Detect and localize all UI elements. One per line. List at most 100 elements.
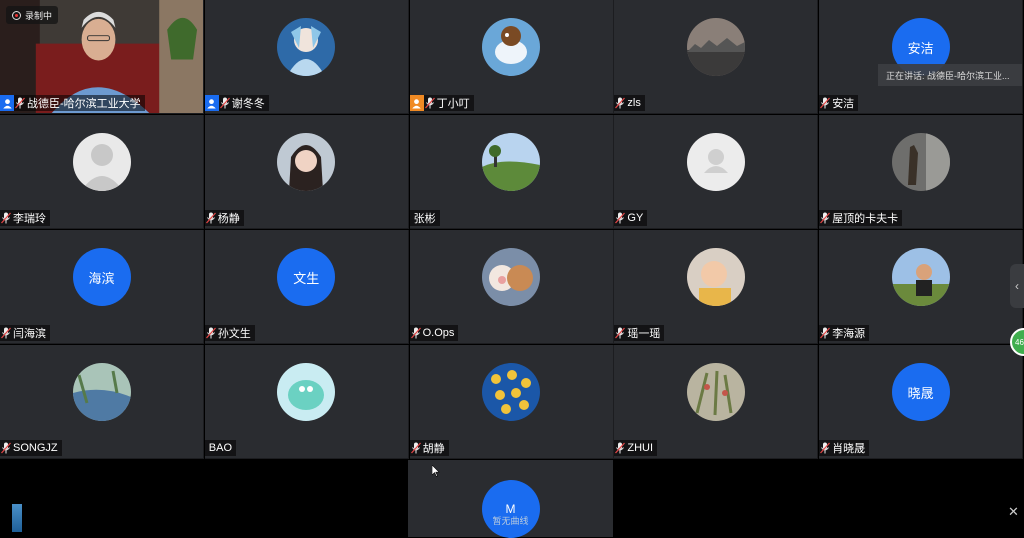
mic-muted-icon bbox=[615, 442, 626, 454]
name-tag: SONGJZ bbox=[0, 440, 62, 456]
participant-name: GY bbox=[627, 212, 644, 224]
participant-tile[interactable]: 安洁 安洁 bbox=[819, 0, 1024, 114]
avatar bbox=[686, 248, 745, 306]
participant-name: 安洁 bbox=[832, 98, 855, 110]
avatar: 文生 bbox=[277, 248, 336, 306]
avatar bbox=[686, 18, 745, 76]
participant-name: 谢冬冬 bbox=[231, 98, 265, 110]
name-tag: 谢冬冬 bbox=[204, 95, 269, 111]
participant-tile[interactable]: O.Ops bbox=[409, 230, 614, 344]
user-icon bbox=[204, 95, 219, 111]
participant-tile[interactable]: 李海源 bbox=[819, 230, 1024, 344]
participant-tile[interactable]: 文生孙文生 bbox=[204, 230, 409, 344]
participant-tile[interactable]: 海滨闫海滨 bbox=[0, 230, 204, 344]
avatar: M bbox=[481, 480, 540, 538]
participant-tile[interactable]: ZHUI bbox=[614, 345, 819, 459]
mic-muted-icon bbox=[1, 212, 11, 224]
mic-muted-icon bbox=[615, 327, 626, 339]
recording-badge: 录制中 bbox=[6, 6, 59, 24]
participant-tile[interactable]: 胡静 bbox=[409, 345, 614, 459]
participant-name: 肖晓晟 bbox=[832, 443, 866, 455]
participant-tile[interactable]: 晓晟肖晓晟 bbox=[819, 345, 1024, 459]
avatar bbox=[482, 133, 541, 191]
bottom-bar: M 暂无曲线 ✕ bbox=[0, 460, 1024, 538]
avatar: 晓晟 bbox=[891, 363, 950, 421]
participant-tile[interactable]: 屋顶的卡夫卡 bbox=[819, 115, 1024, 229]
floating-action-count: 46 bbox=[1015, 337, 1024, 347]
close-icon[interactable]: ✕ bbox=[1008, 504, 1019, 520]
participant-name: ZHUI bbox=[627, 442, 654, 454]
name-tag: 孙文生 bbox=[204, 325, 255, 341]
participant-tile[interactable]: SONGJZ bbox=[0, 345, 204, 459]
participant-name: 李瑞玲 bbox=[13, 213, 46, 225]
name-tag: 屋顶的卡夫卡 bbox=[819, 210, 903, 226]
name-tag: 胡静 bbox=[409, 440, 449, 456]
mic-muted-icon bbox=[205, 327, 216, 339]
avatar-text: 海滨 bbox=[88, 270, 115, 286]
participant-name: 战德臣-哈尔滨工业大学 bbox=[27, 98, 141, 110]
participant-name: 李海源 bbox=[832, 328, 866, 340]
collapse-panel-button[interactable]: ‹ bbox=[1010, 264, 1024, 308]
avatar-text: 文生 bbox=[293, 270, 320, 286]
participant-name: zls bbox=[627, 97, 641, 109]
participant-name: 张彬 bbox=[413, 213, 436, 225]
recording-label: 录制中 bbox=[25, 10, 53, 21]
avatar: 海滨 bbox=[72, 248, 131, 306]
mic-muted-icon bbox=[615, 212, 626, 224]
participant-name: 杨静 bbox=[217, 213, 240, 225]
participant-name: 孙文生 bbox=[217, 328, 251, 340]
avatar bbox=[72, 363, 131, 421]
mic-muted-icon bbox=[424, 97, 435, 109]
name-tag: zls bbox=[614, 95, 645, 111]
participant-name: 瑶一瑶 bbox=[627, 328, 661, 340]
participant-name: 胡静 bbox=[422, 443, 445, 455]
name-tag: 丁小叮 bbox=[409, 95, 474, 111]
name-tag: 李瑞玲 bbox=[0, 210, 50, 226]
participant-name: 丁小叮 bbox=[436, 98, 470, 110]
user-icon bbox=[409, 95, 424, 111]
participant-tile[interactable]: 李瑞玲 bbox=[0, 115, 204, 229]
participant-name: BAO bbox=[208, 442, 233, 454]
participant-tile[interactable]: GY bbox=[614, 115, 819, 229]
participant-tile[interactable]: 丁小叮 bbox=[409, 0, 614, 114]
mic-muted-icon bbox=[1, 327, 11, 339]
participant-grid: 录制中 战德臣-哈尔滨工业大学 谢冬冬 丁小叮 zls 安洁 安洁 李瑞玲 杨静 张彬 GY 屋顶的卡… bbox=[0, 0, 1024, 460]
name-tag: 杨静 bbox=[204, 210, 244, 226]
mic-muted-icon bbox=[410, 327, 421, 339]
name-tag: ZHUI bbox=[614, 440, 658, 456]
avatar-text: 安洁 bbox=[907, 40, 934, 56]
name-tag: 张彬 bbox=[409, 210, 440, 226]
avatar bbox=[482, 363, 541, 421]
participant-tile[interactable]: 张彬 bbox=[409, 115, 614, 229]
avatar-text: 晓晟 bbox=[907, 385, 934, 401]
name-tag: BAO bbox=[204, 440, 237, 456]
participant-tile[interactable]: 谢冬冬 bbox=[204, 0, 409, 114]
name-tag: 闫海滨 bbox=[0, 325, 50, 341]
participant-name: SONGJZ bbox=[13, 442, 58, 454]
avatar bbox=[482, 18, 541, 76]
mic-muted-icon bbox=[15, 97, 25, 109]
no-curve-caption: 暂无曲线 bbox=[492, 516, 529, 526]
avatar bbox=[277, 18, 336, 76]
participant-name: 屋顶的卡夫卡 bbox=[832, 213, 899, 225]
avatar bbox=[891, 133, 950, 191]
speaking-indicator: 正在讲话: 战德臣-哈尔滨工业... bbox=[878, 64, 1022, 86]
avatar bbox=[891, 248, 950, 306]
mic-muted-icon bbox=[820, 212, 831, 224]
name-tag: 李海源 bbox=[819, 325, 870, 341]
participant-tile[interactable]: 录制中战德臣-哈尔滨工业大学 bbox=[0, 0, 204, 114]
name-tag: GY bbox=[614, 210, 648, 226]
mic-muted-icon bbox=[1, 442, 11, 454]
participant-tile[interactable]: BAO bbox=[204, 345, 409, 459]
avatar bbox=[686, 133, 745, 191]
speaking-label: 正在讲话: 战德臣-哈尔滨工业... bbox=[886, 70, 1010, 81]
mic-muted-icon bbox=[820, 97, 831, 109]
participant-tile[interactable]: zls bbox=[614, 0, 819, 114]
mic-muted-icon bbox=[205, 212, 216, 224]
user-icon bbox=[0, 95, 14, 111]
mic-muted-icon bbox=[410, 442, 421, 454]
volume-indicator bbox=[12, 504, 22, 532]
participant-tile[interactable]: 杨静 bbox=[204, 115, 409, 229]
participant-tile[interactable]: 瑶一瑶 bbox=[614, 230, 819, 344]
name-tag: 瑶一瑶 bbox=[614, 325, 665, 341]
